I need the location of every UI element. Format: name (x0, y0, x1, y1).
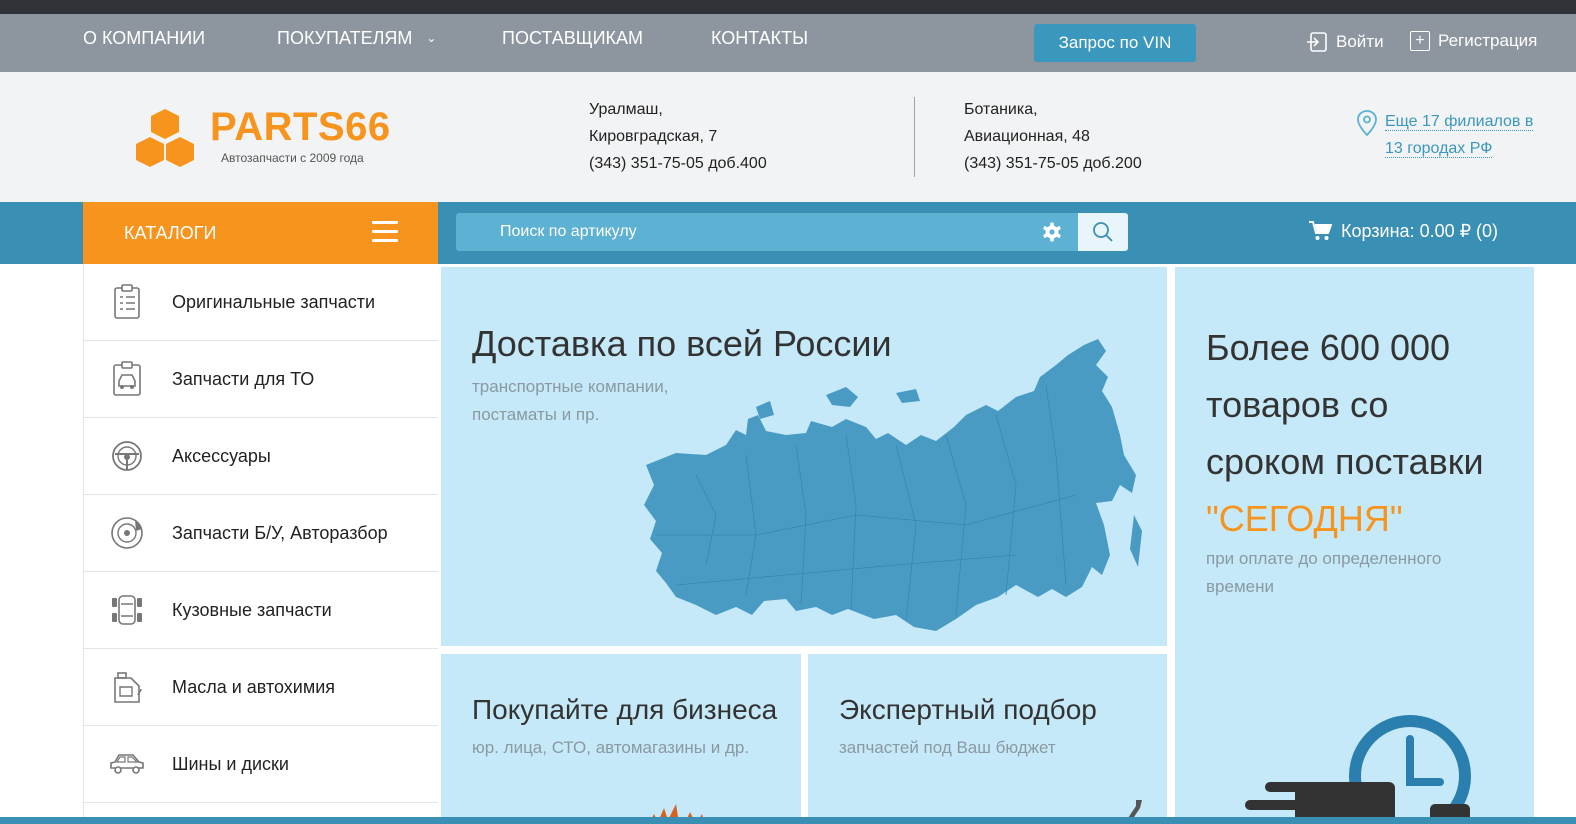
nav-customers-label: ПОКУПАТЕЛЯМ (277, 28, 413, 48)
cart-label: Корзина: 0.00 ₽ (0) (1341, 220, 1499, 241)
promo-title: Покупайте для бизнеса (472, 694, 778, 725)
catalogs-label: КАТАЛОГИ (124, 222, 217, 243)
sidebar-item-label: Запчасти Б/У, Авторазбор (172, 522, 388, 543)
promo-business[interactable]: Покупайте для бизнеса юр. лица, СТО, авт… (441, 654, 801, 824)
branch-district: Уралмаш, (589, 101, 663, 118)
nav-suppliers[interactable]: ПОСТАВЩИКАМ (502, 28, 643, 49)
sidebar-item-original-parts[interactable]: Оригинальные запчасти (84, 264, 438, 341)
sidebar-item-accessories[interactable]: Аксессуары (84, 418, 438, 495)
sidebar-item-label: Шины и диски (172, 753, 289, 774)
today-highlight: "СЕГОДНЯ" (1206, 498, 1403, 539)
sidebar-item-maintenance-parts[interactable]: Запчасти для ТО (84, 341, 438, 418)
sidebar-item-tires[interactable]: Шины и диски (84, 726, 438, 803)
register-label: Регистрация (1438, 31, 1538, 50)
cart-button[interactable]: Корзина: 0.00 ₽ (0) (1308, 220, 1498, 242)
gear-icon[interactable] (1042, 222, 1062, 242)
site-header: PARTS66 Автозапчасти с 2009 года Уралмаш… (0, 72, 1576, 202)
bottom-border (0, 817, 1576, 824)
promo-subtitle: запчастей под Ваш бюджет (839, 738, 1056, 757)
steering-wheel-icon (109, 438, 145, 474)
search-input[interactable] (456, 213, 1076, 251)
promo-subtitle: юр. лица, СТО, автомагазины и др. (472, 738, 750, 757)
vin-request-button[interactable]: Запрос по VIN (1034, 24, 1196, 62)
car-body-icon (109, 592, 145, 628)
promo-delivery[interactable]: Доставка по всей России транспортные ком… (441, 267, 1167, 646)
top-navigation-bar: О КОМПАНИИ ПОКУПАТЕЛЯМ ⌄ ПОСТАВЩИКАМ КОНТ… (0, 0, 1576, 72)
login-icon (1306, 31, 1328, 53)
sidebar-item-label: Кузовные запчасти (172, 599, 332, 620)
branch-district: Ботаника, (964, 101, 1038, 118)
branch-phone[interactable]: (343) 351-75-05 доб.400 (589, 150, 767, 177)
sidebar-item-used-parts[interactable]: Запчасти Б/У, Авторазбор (84, 495, 438, 572)
register-button[interactable]: + Регистрация (1410, 31, 1537, 51)
catalogs-button[interactable]: КАТАЛОГИ (83, 202, 438, 264)
more-branches-link[interactable]: Еще 17 филиалов в 13 городах РФ (1356, 108, 1546, 162)
divider (914, 97, 915, 177)
fast-clock-icon (1245, 715, 1471, 824)
search-box (456, 213, 1128, 251)
maintenance-icon (109, 361, 145, 397)
branch-botanika: Ботаника, Авиационная, 48 (343) 351-75-0… (964, 96, 1142, 177)
oil-canister-icon (109, 669, 145, 705)
catalog-sidebar: Оригинальные запчасти Запчасти для ТО Ак… (83, 264, 438, 824)
menu-icon (372, 221, 398, 243)
logo-tagline: Автозапчасти с 2009 года (221, 151, 364, 165)
search-icon (1093, 222, 1113, 242)
sidebar-item-body-parts[interactable]: Кузовные запчасти (84, 572, 438, 649)
more-branches-line1[interactable]: Еще 17 филиалов в (1385, 113, 1534, 131)
promo-stock-title: Более 600 000 товаров со сроком поставки… (1206, 319, 1484, 547)
plus-icon: + (1410, 31, 1430, 51)
branch-uralmash: Уралмаш, Кировградская, 7 (343) 351-75-0… (589, 96, 767, 177)
login-label: Войти (1336, 32, 1384, 51)
nav-contacts[interactable]: КОНТАКТЫ (711, 28, 808, 49)
more-branches-line2[interactable]: 13 городах РФ (1385, 140, 1493, 158)
cart-icon (1309, 221, 1332, 240)
sidebar-item-label: Оригинальные запчасти (172, 291, 376, 312)
branch-phone[interactable]: (343) 351-75-05 доб.200 (964, 150, 1142, 177)
login-button[interactable]: Войти (1306, 31, 1384, 53)
branch-street: Кировградская, 7 (589, 128, 718, 145)
russia-map-icon (644, 339, 1142, 631)
branch-street: Авиационная, 48 (964, 128, 1090, 145)
sidebar-item-label: Аксессуары (172, 445, 271, 466)
nav-about[interactable]: О КОМПАНИИ (83, 28, 205, 49)
chevron-down-icon: ⌄ (426, 31, 437, 45)
sidebar-item-label: Запчасти для ТО (172, 368, 315, 389)
hexagon-logo-icon (136, 109, 194, 167)
brake-disc-icon (109, 515, 145, 551)
logo[interactable]: PARTS66 Автозапчасти с 2009 года (135, 105, 390, 175)
clipboard-list-icon (109, 284, 145, 320)
promo-title: Экспертный подбор (839, 694, 1097, 725)
sidebar-item-oils[interactable]: Масла и автохимия (84, 649, 438, 726)
promo-expert[interactable]: Экспертный подбор запчастей под Ваш бюдж… (808, 654, 1167, 824)
catalog-search-bar: КАТАЛОГИ Корзина: 0.00 ₽ (0) (0, 202, 1576, 264)
promo-subtitle: при оплате до определенного времени (1206, 549, 1442, 596)
map-pin-icon (1357, 110, 1377, 136)
logo-name: PARTS66 (210, 105, 391, 149)
promo-stock[interactable]: Более 600 000 товаров со сроком поставки… (1175, 267, 1534, 824)
sidebar-item-label: Масла и автохимия (172, 676, 336, 697)
search-button[interactable] (1078, 213, 1128, 251)
car-icon (109, 746, 145, 782)
nav-customers[interactable]: ПОКУПАТЕЛЯМ ⌄ (277, 28, 436, 49)
